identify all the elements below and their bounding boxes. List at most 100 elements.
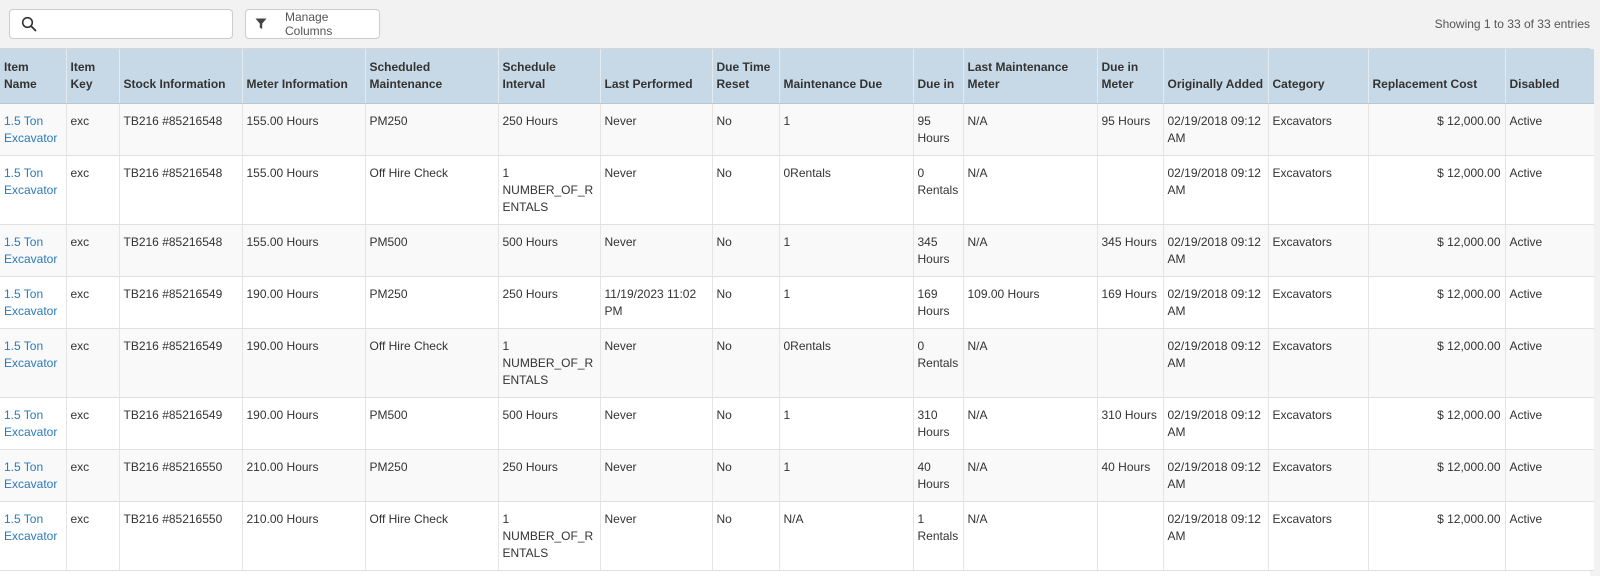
table-cell: $ 12,000.00	[1367, 328, 1505, 398]
table-cell: 40 Hours	[912, 449, 963, 502]
table-cell: Off Hire Check	[364, 155, 498, 225]
item-name-link[interactable]: 1.5 Ton Excavator	[0, 449, 66, 502]
table-cell: Excavators	[1267, 397, 1368, 450]
column-header[interactable]: Category	[1267, 49, 1368, 104]
table-cell: $ 12,000.00	[1367, 397, 1505, 450]
table-row[interactable]: 1.5 Ton Excavator exc TB216 #85216548 155.0…	[0, 155, 1594, 225]
table-cell: TB216 #85216548	[118, 224, 242, 277]
table-cell: Excavators	[1267, 276, 1368, 329]
table-cell: Excavators	[1267, 155, 1368, 225]
column-header[interactable]: Due Time Reset	[711, 49, 779, 104]
table-cell: Active	[1504, 155, 1594, 225]
column-header[interactable]: Due in	[912, 49, 963, 104]
table-row[interactable]: 1.5 Ton Excavator exc TB216 #85216549 190.0…	[0, 276, 1594, 329]
table-cell: 250 Hours	[497, 449, 600, 502]
table-cell: N/A	[962, 397, 1097, 450]
table-cell: 310 Hours	[1096, 397, 1163, 450]
table-body: 1.5 Ton Excavator exc TB216 #85216548 155.0…	[0, 103, 1594, 571]
table-cell: 250 Hours	[497, 103, 600, 156]
item-name-link[interactable]: 1.5 Ton Excavator	[0, 103, 66, 156]
table-cell: 0 Rentals	[912, 155, 963, 225]
table-cell: 40 Hours	[1096, 449, 1163, 502]
table-cell: exc	[65, 224, 119, 277]
table-cell: N/A	[962, 328, 1097, 398]
column-header[interactable]: Item Name	[0, 49, 66, 104]
column-header[interactable]: Meter Information	[241, 49, 365, 104]
table-cell: N/A	[962, 224, 1097, 277]
table-cell: 02/19/2018 09:12 AM	[1162, 328, 1268, 398]
toolbar: Manage Columns Showing 1 to 33 of 33 ent…	[0, 0, 1600, 49]
table-cell: Never	[599, 328, 712, 398]
table-cell: 1	[778, 224, 913, 277]
table-cell: 1 Rentals	[912, 501, 963, 571]
column-header[interactable]: Scheduled Maintenance	[364, 49, 498, 104]
table-row[interactable]: 1.5 Ton Excavator exc TB216 #85216550 210.0…	[0, 449, 1594, 502]
table-cell: No	[711, 276, 779, 329]
table-cell: 1 NUMBER_OF_RENTALS	[497, 155, 600, 225]
item-name-link[interactable]: 1.5 Ton Excavator	[0, 276, 66, 329]
table-cell: exc	[65, 155, 119, 225]
column-header[interactable]: Due in Meter	[1096, 49, 1163, 104]
table-row[interactable]: 1.5 Ton Excavator exc TB216 #85216548 155.0…	[0, 224, 1594, 277]
table-cell: 155.00 Hours	[241, 103, 365, 156]
table-cell: 02/19/2018 09:12 AM	[1162, 449, 1268, 502]
table-cell: N/A	[962, 501, 1097, 571]
table-cell: PM250	[364, 276, 498, 329]
table-cell: exc	[65, 276, 119, 329]
table-cell: No	[711, 501, 779, 571]
table-cell: TB216 #85216549	[118, 397, 242, 450]
table-cell	[1096, 501, 1163, 571]
table-cell: $ 12,000.00	[1367, 276, 1505, 329]
item-name-link[interactable]: 1.5 Ton Excavator	[0, 397, 66, 450]
table-cell: $ 12,000.00	[1367, 224, 1505, 277]
table-cell: N/A	[962, 155, 1097, 225]
item-name-link[interactable]: 1.5 Ton Excavator	[0, 328, 66, 398]
column-header[interactable]: Replacement Cost	[1367, 49, 1505, 104]
column-header[interactable]: Maintenance Due	[778, 49, 913, 104]
search-input[interactable]	[45, 16, 226, 32]
table-cell: 190.00 Hours	[241, 328, 365, 398]
manage-columns-label: Manage Columns	[285, 10, 333, 38]
table-cell: Active	[1504, 501, 1594, 571]
table-cell: $ 12,000.00	[1367, 103, 1505, 156]
item-name-link[interactable]: 1.5 Ton Excavator	[0, 155, 66, 225]
table-cell: exc	[65, 328, 119, 398]
item-name-link[interactable]: 1.5 Ton Excavator	[0, 501, 66, 571]
table-cell: 1 NUMBER_OF_RENTALS	[497, 328, 600, 398]
table-cell: Never	[599, 397, 712, 450]
table-cell: PM500	[364, 224, 498, 277]
column-header[interactable]: Stock Information	[118, 49, 242, 104]
table-cell: Active	[1504, 328, 1594, 398]
table-cell: 1	[778, 103, 913, 156]
column-header[interactable]: Originally Added	[1162, 49, 1268, 104]
table-cell: 155.00 Hours	[241, 224, 365, 277]
column-header[interactable]: Disabled	[1504, 49, 1594, 104]
table-cell: 190.00 Hours	[241, 276, 365, 329]
table-cell: $ 12,000.00	[1367, 155, 1505, 225]
table-cell: No	[711, 449, 779, 502]
table-row[interactable]: 1.5 Ton Excavator exc TB216 #85216548 155.0…	[0, 103, 1594, 156]
maintenance-table: Item Name Item Key Stock Information Meter …	[0, 49, 1594, 571]
table-cell: N/A	[778, 501, 913, 571]
entries-info: Showing 1 to 33 of 33 entries	[1434, 17, 1590, 31]
table-row[interactable]: 1.5 Ton Excavator exc TB216 #85216550 210.0…	[0, 501, 1594, 571]
item-name-link[interactable]: 1.5 Ton Excavator	[0, 224, 66, 277]
manage-columns-button[interactable]: Manage Columns	[245, 9, 380, 39]
table-row[interactable]: 1.5 Ton Excavator exc TB216 #85216549 190.0…	[0, 397, 1594, 450]
table-cell: Never	[599, 155, 712, 225]
table-cell: Never	[599, 224, 712, 277]
table-row[interactable]: 1.5 Ton Excavator exc TB216 #85216549 190.0…	[0, 328, 1594, 398]
column-header[interactable]: Last Maintenance Meter	[962, 49, 1097, 104]
column-header[interactable]: Item Key	[65, 49, 119, 104]
search-box[interactable]	[9, 9, 233, 39]
column-header[interactable]: Last Performed	[599, 49, 712, 104]
table-cell: TB216 #85216550	[118, 449, 242, 502]
table-cell	[1096, 328, 1163, 398]
table-cell: Excavators	[1267, 103, 1368, 156]
column-header[interactable]: Schedule Interval	[497, 49, 600, 104]
table-cell: 1	[778, 397, 913, 450]
table-cell: Off Hire Check	[364, 501, 498, 571]
table-cell: 0Rentals	[778, 328, 913, 398]
table-cell: 1	[778, 449, 913, 502]
table-cell: 109.00 Hours	[962, 276, 1097, 329]
